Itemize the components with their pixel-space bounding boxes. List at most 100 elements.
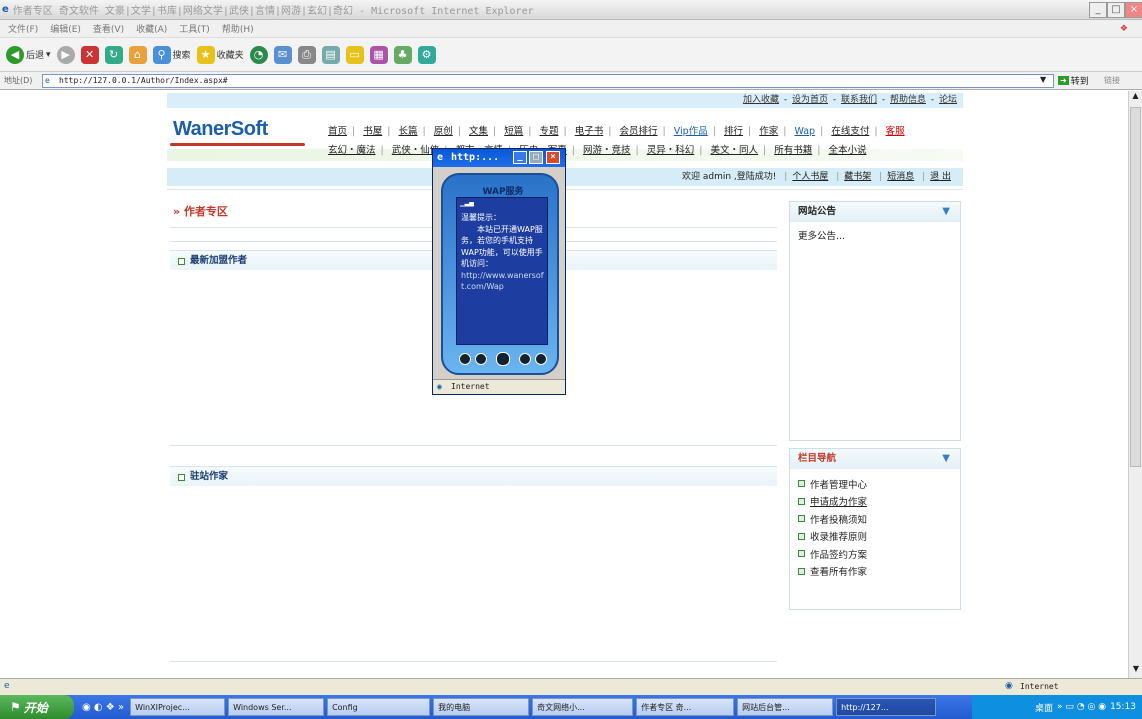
phone-key-icon	[519, 353, 531, 365]
back-button[interactable]: ◀ 后退 ▾	[6, 45, 51, 64]
phone-illustration: WAP服务 ▁▃▅ 温馨提示： 本站已开通WAP服务，若您的手机支持WAP功能，…	[441, 173, 559, 375]
cat-all-books[interactable]: 所有书籍	[774, 145, 812, 156]
menu-edit[interactable]: 编辑(E)	[50, 22, 81, 35]
desktop-toolbar-label[interactable]: 桌面	[1035, 701, 1053, 714]
cat-fanfic[interactable]: 美文・同人	[711, 145, 759, 156]
more-notices-link[interactable]: 更多公告...	[790, 222, 960, 248]
nav-service[interactable]: 客服	[886, 126, 905, 137]
address-label: 地址(D)	[4, 76, 33, 85]
stop-icon[interactable]: ✕	[80, 45, 99, 64]
menu-view[interactable]: 查看(V)	[93, 22, 124, 35]
edit-icon[interactable]: ▤	[321, 45, 340, 64]
nav-rank[interactable]: 排行	[724, 126, 743, 137]
menu-bar: 文件(F) 编辑(E) 查看(V) 收藏(A) 工具(T) 帮助(H) ❖	[0, 20, 1142, 38]
messenger-icon[interactable]: ♣	[393, 45, 412, 64]
dropdown-icon[interactable]: ▼	[1040, 75, 1046, 84]
forward-icon[interactable]: ▶	[56, 45, 75, 64]
logout-link[interactable]: 退 出	[930, 172, 951, 182]
nav-home[interactable]: 首页	[328, 126, 347, 137]
clock[interactable]: 15:13	[1110, 702, 1136, 712]
nav-author[interactable]: 作家	[759, 126, 778, 137]
help-link[interactable]: 帮助信息	[890, 95, 926, 105]
bullet-icon	[798, 497, 805, 505]
quicklaunch-icons[interactable]: ◉ ◐ ❖ »	[82, 702, 124, 713]
nav-original[interactable]: 原创	[434, 126, 453, 137]
star-icon: ★	[196, 45, 215, 64]
discuss-icon[interactable]: ▭	[345, 45, 364, 64]
contact-link[interactable]: 联系我们	[841, 95, 877, 105]
nav-short[interactable]: 短篇	[504, 126, 523, 137]
nav-collection[interactable]: 文集	[469, 126, 488, 137]
signal-icon: ▁▃▅	[460, 200, 474, 207]
column-nav-title: 栏目导航	[798, 453, 837, 464]
favorites-button[interactable]: ★ 收藏夹	[196, 45, 244, 64]
nav-all-authors[interactable]: 查看所有作家	[798, 563, 960, 581]
links-label[interactable]: 链接	[1104, 75, 1120, 86]
add-favorite-link[interactable]: 加入收藏	[743, 95, 779, 105]
window-title: 作者专区 奇文软件 文豪|文学|书库|网络文学|武侠|言情|网游|玄幻|奇幻 -…	[12, 6, 534, 17]
list-item-label: 作品签约方案	[810, 549, 868, 561]
address-input[interactable]: e http://127.0.0.1/Author/Index.aspx#	[42, 74, 1054, 88]
cat-game[interactable]: 网游・竞技	[583, 145, 631, 156]
site-logo[interactable]: WanerSoft	[173, 118, 268, 141]
search-button[interactable]: ⚲ 搜索	[152, 45, 191, 64]
my-bookhouse-link[interactable]: 个人书屋	[792, 172, 828, 182]
messages-link[interactable]: 短消息	[887, 172, 914, 182]
scroll-down-icon[interactable]: ▼	[1129, 664, 1142, 678]
nav-recommend-rules[interactable]: 收录推荐原则	[798, 528, 960, 546]
popup-close-button[interactable]: ×	[546, 151, 560, 164]
set-homepage-link[interactable]: 设为首页	[792, 95, 828, 105]
nav-bookhouse[interactable]: 书屋	[363, 126, 382, 137]
close-button[interactable]: ×	[1125, 2, 1142, 18]
menu-tools[interactable]: 工具(T)	[179, 22, 210, 35]
menu-file[interactable]: 文件(F)	[8, 22, 38, 35]
cat-completed[interactable]: 全本小说	[829, 145, 867, 156]
page-title: » 作者专区	[173, 205, 228, 218]
scroll-up-icon[interactable]: ▲	[1129, 91, 1142, 105]
task-item[interactable]: Windows Ser...	[228, 698, 325, 716]
nav-apply-author[interactable]: 申请成为作家	[798, 493, 960, 511]
go-button[interactable]: ➜ 转到	[1058, 74, 1089, 87]
mail-icon[interactable]: ✉	[273, 45, 292, 64]
home-icon[interactable]: ⌂	[128, 45, 147, 64]
tools-icon[interactable]: ⚙	[417, 45, 436, 64]
start-button[interactable]: ⚑ 开始	[0, 695, 74, 719]
cat-fantasy[interactable]: 玄幻・魔法	[328, 145, 376, 156]
nav-ebook[interactable]: 电子书	[575, 126, 604, 137]
nav-long[interactable]: 长篇	[399, 126, 418, 137]
task-item[interactable]: WinXIProjec...	[130, 698, 226, 716]
menu-help[interactable]: 帮助(H)	[222, 22, 254, 35]
vertical-scrollbar[interactable]: ▲ ▼	[1128, 91, 1142, 678]
bookshelf-link[interactable]: 藏书架	[844, 172, 871, 182]
popup-minimize-button[interactable]: _	[513, 151, 527, 164]
nav-vip[interactable]: Vip作品	[674, 126, 708, 137]
refresh-icon[interactable]: ↻	[104, 45, 123, 64]
collapse-icon[interactable]: ▼	[942, 202, 950, 222]
task-item[interactable]: 我的电脑	[433, 698, 530, 716]
collapse-icon[interactable]: ▼	[942, 449, 950, 469]
research-icon[interactable]: ▦	[369, 45, 388, 64]
scroll-thumb[interactable]	[1130, 107, 1141, 467]
history-icon[interactable]: ◔	[249, 45, 268, 64]
nav-submission-guide[interactable]: 作者投稿须知	[798, 510, 960, 528]
task-item[interactable]: 作者专区 奇...	[636, 698, 735, 716]
search-icon: ⚲	[152, 45, 171, 64]
menu-favorites[interactable]: 收藏(A)	[136, 22, 167, 35]
cat-scifi[interactable]: 灵异・科幻	[647, 145, 695, 156]
popup-maximize-button[interactable]: □	[529, 151, 543, 164]
nav-topic[interactable]: 专题	[540, 126, 559, 137]
nav-author-center[interactable]: 作者管理中心	[798, 475, 960, 493]
tray-icons[interactable]: » ▭ ◔ ◎ ◉	[1057, 702, 1106, 712]
nav-pay[interactable]: 在线支付	[831, 126, 869, 137]
task-item[interactable]: 网站后台管...	[737, 698, 834, 716]
forum-link[interactable]: 论坛	[939, 95, 957, 105]
print-icon[interactable]: ⎙	[297, 45, 316, 64]
nav-member-rank[interactable]: 会员排行	[620, 126, 658, 137]
nav-contract-plan[interactable]: 作品签约方案	[798, 545, 960, 563]
task-item[interactable]: Config	[327, 698, 431, 716]
task-item[interactable]: 奇文网络小...	[532, 698, 634, 716]
task-item-active[interactable]: http://127...	[836, 698, 937, 716]
minimize-button[interactable]: _	[1089, 2, 1107, 18]
nav-wap[interactable]: Wap	[794, 126, 815, 137]
maximize-button[interactable]: □	[1107, 2, 1125, 18]
